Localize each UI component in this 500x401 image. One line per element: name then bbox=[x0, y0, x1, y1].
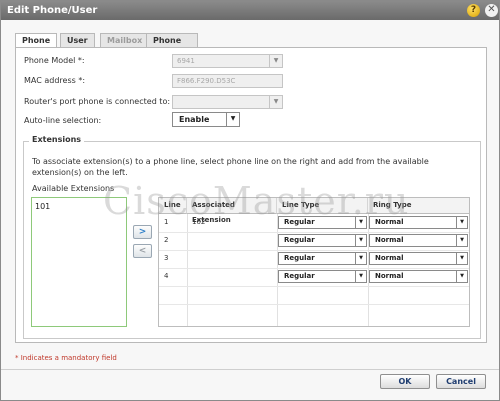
row-divider bbox=[159, 232, 469, 233]
line-number: 3 bbox=[164, 254, 169, 262]
chevron-down-icon: ▼ bbox=[456, 235, 467, 246]
ring-type-select[interactable]: Normal ▼ bbox=[369, 252, 468, 265]
ring-type-select[interactable]: Normal ▼ bbox=[369, 234, 468, 247]
ring-type-value: Normal bbox=[375, 236, 404, 244]
dialog-title: Edit Phone/User bbox=[7, 5, 98, 16]
list-item[interactable]: 101 bbox=[35, 202, 50, 211]
line-type-select[interactable]: Regular ▼ bbox=[278, 270, 367, 283]
row-divider bbox=[159, 250, 469, 251]
available-extensions-label: Available Extensions bbox=[32, 184, 115, 193]
help-icon[interactable]: ? bbox=[467, 4, 480, 17]
chevron-down-icon: ▼ bbox=[226, 113, 239, 126]
autoline-label: Auto-line selection: bbox=[24, 116, 102, 125]
line-number: 4 bbox=[164, 272, 169, 280]
chevron-down-icon: ▼ bbox=[456, 253, 467, 264]
mac-address-value: F866.F290.D53C bbox=[177, 77, 236, 85]
chevron-down-icon: ▼ bbox=[269, 96, 282, 108]
watermark: CiscoMaster.ru bbox=[103, 179, 410, 223]
tab-phone-settings[interactable]: Phone Settings bbox=[146, 33, 198, 59]
ok-button[interactable]: OK bbox=[380, 374, 430, 389]
chevron-down-icon: ▼ bbox=[355, 235, 366, 246]
router-port-label: Router's port phone is connected to: bbox=[24, 97, 171, 106]
edit-phone-user-dialog: Edit Phone/User ? ✕ Phone User Mailbox P… bbox=[0, 0, 500, 401]
row-divider bbox=[159, 268, 469, 269]
line-number: 2 bbox=[164, 236, 169, 244]
ring-type-value: Normal bbox=[375, 254, 404, 262]
footer-divider bbox=[1, 369, 499, 370]
ring-type-select[interactable]: Normal ▼ bbox=[369, 270, 468, 283]
ring-type-value: Normal bbox=[375, 272, 404, 280]
cancel-button[interactable]: Cancel bbox=[436, 374, 486, 389]
arrow-right-icon: > bbox=[138, 227, 147, 237]
tab-mailbox: Mailbox bbox=[100, 33, 150, 48]
chevron-down-icon: ▼ bbox=[456, 217, 467, 228]
arrow-left-icon: < bbox=[138, 246, 147, 256]
row-divider bbox=[159, 304, 469, 305]
column-divider bbox=[187, 214, 188, 326]
mandatory-note: * Indicates a mandatory field bbox=[15, 354, 117, 362]
close-icon[interactable]: ✕ bbox=[485, 4, 498, 17]
chevron-down-icon: ▼ bbox=[269, 55, 282, 67]
line-type-select[interactable]: Regular ▼ bbox=[278, 234, 367, 247]
mac-address-label: MAC address *: bbox=[24, 76, 86, 85]
extensions-description: To associate extension(s) to a phone lin… bbox=[32, 157, 429, 177]
row-divider bbox=[159, 286, 469, 287]
router-port-select: ▼ bbox=[172, 95, 283, 109]
phone-model-select: 6941 ▼ bbox=[172, 54, 283, 68]
autoline-value: Enable bbox=[179, 115, 210, 124]
line-type-value: Regular bbox=[284, 272, 315, 280]
add-extension-button[interactable]: > bbox=[133, 225, 152, 239]
line-type-value: Regular bbox=[284, 236, 315, 244]
phone-model-label: Phone Model *: bbox=[24, 56, 85, 65]
mac-address-field: F866.F290.D53C bbox=[172, 74, 283, 88]
line-type-value: Regular bbox=[284, 254, 315, 262]
chevron-down-icon: ▼ bbox=[355, 253, 366, 264]
phone-model-value: 6941 bbox=[177, 57, 195, 65]
autoline-select[interactable]: Enable ▼ bbox=[172, 112, 240, 127]
line-type-select[interactable]: Regular ▼ bbox=[278, 252, 367, 265]
chevron-down-icon: ▼ bbox=[355, 271, 366, 282]
extensions-legend: Extensions bbox=[29, 135, 85, 144]
dialog-titlebar[interactable]: Edit Phone/User bbox=[1, 1, 499, 20]
tab-user[interactable]: User bbox=[60, 33, 95, 48]
chevron-down-icon: ▼ bbox=[456, 271, 467, 282]
remove-extension-button[interactable]: < bbox=[133, 244, 152, 258]
